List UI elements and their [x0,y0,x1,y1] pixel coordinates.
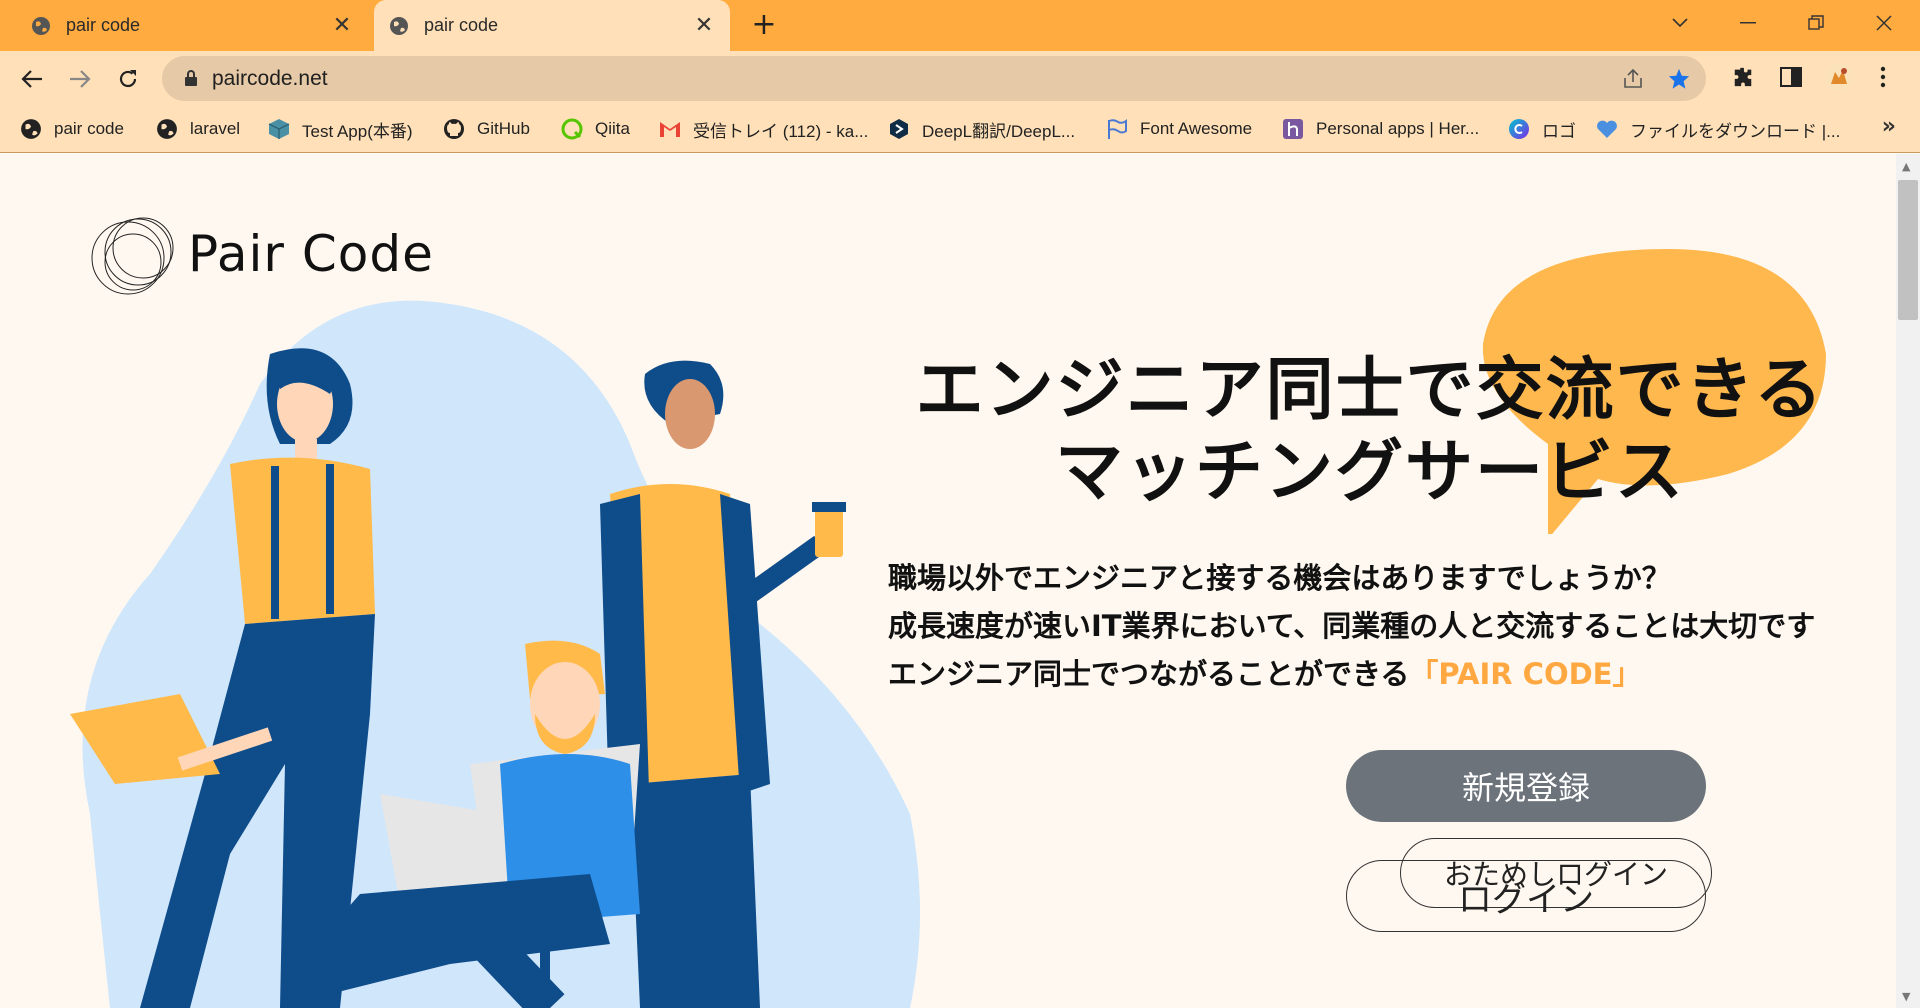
logo-text: Pair Code [188,225,434,283]
deepl-icon [888,118,910,140]
bookmark-label: Font Awesome [1140,119,1253,138]
bookmark-label: pair code [54,119,124,138]
headline-line: マッチングサービス [1054,433,1685,512]
globe-icon [390,16,408,35]
extensions-icon[interactable] [1728,62,1758,92]
login-button[interactable]: ログイン [1346,860,1706,932]
hero-description: 職場以外でエンジニアと接する機会はありますでしょうか？ 成長速度が速いIT業界に… [888,554,1815,698]
bookmark-item[interactable]: GitHub [443,114,530,144]
scrollbar-thumb[interactable] [1898,180,1918,320]
hero-illustration [70,300,920,1008]
logo-rings-icon [91,217,174,295]
minimize-icon[interactable] [1728,8,1768,38]
bookmark-item[interactable]: Font Awesome [1106,114,1252,144]
site-logo[interactable]: Pair Code [88,208,434,300]
bookmark-label: Personal apps | Her... [1316,119,1480,138]
heart-icon [1596,118,1618,140]
register-button[interactable]: 新規登録 [1346,750,1706,822]
description-text: エンジニア同士でつながることができる [888,657,1410,691]
bookmark-item[interactable]: Test App(本番) [268,114,413,144]
bookmark-item[interactable]: Qiita [561,114,630,144]
avatar[interactable] [1824,62,1854,92]
bookmark-label: 受信トレイ (112) - ka... [693,121,869,141]
url-text: paircode.net [212,67,328,90]
tab-search-icon[interactable] [1660,8,1700,38]
side-panel-icon[interactable] [1776,62,1806,92]
bookmark-label: ファイルをダウンロード |... [1630,121,1841,141]
brand-name: 「PAIR CODE」 [1409,657,1642,691]
bookmark-item[interactable]: laravel [156,114,240,144]
github-icon [443,118,465,140]
globe-icon [20,118,42,140]
gmail-icon [659,118,681,140]
tab[interactable]: pair code ✕ [0,0,368,51]
restore-icon[interactable] [1796,8,1836,38]
more-bookmarks-button[interactable]: » [1882,114,1896,139]
toolbar: paircode.net [0,51,1920,106]
flag-icon [1106,118,1128,140]
qiita-icon [561,118,583,140]
bookmarks-bar: pair code laravel Test App(本番) GitHub Qi… [0,106,1920,153]
description-line: 職場以外でエンジニアと接する機会はありますでしょうか？ [888,561,1671,595]
bookmark-item[interactable]: ロゴ [1508,114,1576,144]
star-icon[interactable] [1666,66,1692,92]
tab-title: pair code [66,15,141,35]
share-icon[interactable] [1620,66,1646,92]
tab-active[interactable]: pair code ✕ [374,0,730,51]
lock-icon [185,70,197,86]
back-icon[interactable] [16,63,48,95]
address-bar[interactable]: paircode.net [162,56,1706,101]
bookmark-label: laravel [190,119,241,138]
headline-line: エンジニア同士で交流できる [915,351,1825,430]
globe-icon [32,16,50,35]
tab-strip: pair code ✕ pair code ✕ + [0,0,1920,51]
hero-headline: エンジニア同士で交流できる マッチングサービス [870,350,1870,514]
bookmark-label: ロゴ [1542,121,1576,141]
page-content: Pair Code エンジニア同士で交流できる マッチングサービス 職場以外でエ… [0,154,1896,1008]
reload-icon[interactable] [112,63,144,95]
bookmark-label: Qiita [595,119,630,138]
cube-icon [268,118,290,140]
globe-icon [156,118,178,140]
bookmark-item[interactable]: DeepL翻訳/DeepL... [888,114,1075,144]
bookmark-item[interactable]: 受信トレイ (112) - ka... [659,114,868,144]
bookmark-item[interactable]: ファイルをダウンロード |... [1596,114,1840,144]
tab-title: pair code [424,15,499,35]
heroku-icon [1282,118,1304,140]
close-icon[interactable]: ✕ [692,13,716,38]
bookmark-label: GitHub [477,119,530,138]
description-line: エンジニア同士でつながることができる「PAIR CODE」 [888,650,1815,698]
close-icon[interactable]: ✕ [330,13,354,38]
close-window-icon[interactable] [1864,8,1904,38]
bookmark-label: Test App(本番) [302,121,413,141]
bookmark-item[interactable]: Personal apps | Her... [1282,114,1479,144]
description-line: 成長速度が速いIT業界において、同業種の人と交流することは大切です [888,609,1816,643]
scroll-up-arrow-icon[interactable]: ▲ [1902,160,1910,173]
menu-icon[interactable] [1868,62,1898,92]
bookmark-label: DeepL翻訳/DeepL... [922,121,1076,141]
new-tab-button[interactable]: + [748,9,780,41]
bookmark-item[interactable]: pair code [20,114,124,144]
scroll-down-arrow-icon[interactable]: ▼ [1902,990,1910,1003]
forward-icon[interactable] [64,63,96,95]
canva-icon [1508,118,1530,140]
